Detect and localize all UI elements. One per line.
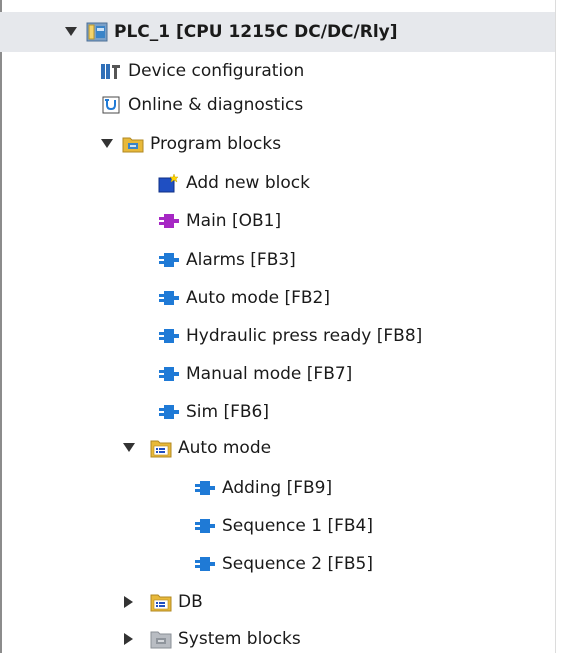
- online-diagnostics-icon: [100, 95, 122, 115]
- program-blocks-folder-icon: [122, 134, 144, 154]
- tree-node-auto-mode-folder[interactable]: Auto mode: [122, 429, 271, 467]
- tree-node-label: Auto mode: [178, 438, 272, 458]
- tree-node-main-ob1[interactable]: Main [OB1]: [158, 202, 281, 240]
- fb-block-icon: [194, 554, 216, 574]
- tree-node-label: System blocks: [178, 629, 301, 649]
- expanded-arrow-icon[interactable]: [100, 137, 114, 151]
- tree-node-label: Manual mode [FB7]: [186, 364, 353, 384]
- tree-node-device-configuration[interactable]: Device configuration: [100, 52, 304, 90]
- expanded-arrow-icon[interactable]: [64, 25, 78, 39]
- tree-node-label: Auto mode [FB2]: [186, 288, 331, 308]
- project-tree-panel: PLC_1 [CPU 1215C DC/DC/Rly] Device confi…: [0, 0, 582, 653]
- add-new-block-icon: [158, 173, 180, 193]
- tree-node-label: Online & diagnostics: [128, 95, 304, 115]
- tree-node-label: PLC_1 [CPU 1215C DC/DC/Rly]: [114, 22, 398, 42]
- tree-node-hydraulic-press-ready-fb8[interactable]: Hydraulic press ready [FB8]: [158, 317, 422, 355]
- tree-node-label: Adding [FB9]: [222, 478, 333, 498]
- plc-device-icon: [86, 22, 108, 42]
- tree-node-label: Sim [FB6]: [186, 402, 269, 422]
- panel-left-border: [0, 0, 2, 653]
- tree-node-label: Device configuration: [128, 61, 305, 81]
- tree-node-label: Program blocks: [150, 134, 282, 154]
- tree-node-label: Sequence 2 [FB5]: [222, 554, 373, 574]
- tree-node-label: Alarms [FB3]: [186, 250, 296, 270]
- fb-block-icon: [158, 288, 180, 308]
- ob-block-icon: [158, 211, 180, 231]
- fb-block-icon: [194, 516, 216, 536]
- tree-node-label: Add new block: [186, 173, 310, 193]
- tree-node-online-diagnostics[interactable]: Online & diagnostics: [100, 86, 303, 124]
- collapsed-arrow-icon[interactable]: [122, 595, 136, 609]
- system-blocks-folder-icon: [150, 629, 172, 649]
- tree-node-alarms-fb3[interactable]: Alarms [FB3]: [158, 241, 296, 279]
- tree-node-system-blocks[interactable]: System blocks: [122, 620, 301, 653]
- tree-node-sim-fb6[interactable]: Sim [FB6]: [158, 393, 269, 431]
- fb-block-icon: [158, 250, 180, 270]
- tree-node-label: DB: [178, 592, 203, 612]
- tree-node-add-new-block[interactable]: Add new block: [158, 164, 310, 202]
- tree-node-adding-fb9[interactable]: Adding [FB9]: [194, 469, 332, 507]
- tree-node-sequence-1-fb4[interactable]: Sequence 1 [FB4]: [194, 507, 373, 545]
- tree-node-plc-1[interactable]: PLC_1 [CPU 1215C DC/DC/Rly]: [0, 12, 555, 52]
- group-folder-icon: [150, 438, 172, 458]
- fb-block-icon: [158, 402, 180, 422]
- tree-node-manual-mode-fb7[interactable]: Manual mode [FB7]: [158, 355, 352, 393]
- fb-block-icon: [158, 364, 180, 384]
- tree-node-label: Main [OB1]: [186, 211, 282, 231]
- tree-node-label: Hydraulic press ready [FB8]: [186, 326, 423, 346]
- expanded-arrow-icon[interactable]: [122, 441, 136, 455]
- tree-node-program-blocks[interactable]: Program blocks: [100, 125, 281, 163]
- group-folder-icon: [150, 592, 172, 612]
- device-configuration-icon: [100, 61, 122, 81]
- tree-node-label: Sequence 1 [FB4]: [222, 516, 373, 536]
- tree-node-db-folder[interactable]: DB: [122, 583, 203, 621]
- fb-block-icon: [194, 478, 216, 498]
- tree-node-sequence-2-fb5[interactable]: Sequence 2 [FB5]: [194, 545, 373, 583]
- column-divider: [555, 0, 556, 653]
- collapsed-arrow-icon[interactable]: [122, 632, 136, 646]
- fb-block-icon: [158, 326, 180, 346]
- tree-node-auto-mode-fb2[interactable]: Auto mode [FB2]: [158, 279, 330, 317]
